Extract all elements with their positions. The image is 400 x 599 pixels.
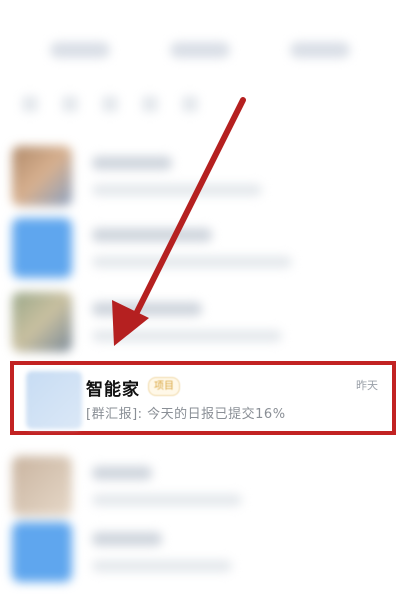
list-item[interactable] [0,212,400,292]
chat-time: 昨天 [356,379,378,392]
list-item-title [92,532,162,546]
filter-placeholder [102,96,118,112]
list-item-preview [92,560,232,572]
filter-placeholder [142,96,158,112]
list-item-preview [92,330,282,342]
sub-tab-bar [0,92,400,116]
avatar [12,218,72,278]
list-item-preview [92,494,242,506]
list-item[interactable] [0,286,400,366]
list-item[interactable] [0,140,400,220]
list-item-title [92,228,212,242]
chat-item-highlighted[interactable]: 智能家 项目 昨天 [群汇报]: 今天的日报已提交16% [10,361,396,435]
group-avatar [26,371,82,429]
avatar [12,456,72,516]
list-item-preview [92,256,292,268]
list-item-title [92,466,152,480]
filter-placeholder [22,96,38,112]
tab-placeholder [290,42,350,58]
list-item[interactable] [0,516,400,596]
chat-name: 智能家 [86,380,140,400]
avatar [12,292,72,352]
project-badge: 项目 [148,377,180,396]
filter-placeholder [62,96,78,112]
list-item-title [92,302,202,316]
list-item-title [92,156,172,170]
list-item-preview [92,184,262,196]
tab-placeholder [50,42,110,58]
top-tab-bar [0,28,400,78]
tab-placeholder [170,42,230,58]
chat-preview: [群汇报]: 今天的日报已提交16% [86,407,286,422]
filter-placeholder [182,96,198,112]
avatar [12,522,72,582]
avatar [12,146,72,206]
